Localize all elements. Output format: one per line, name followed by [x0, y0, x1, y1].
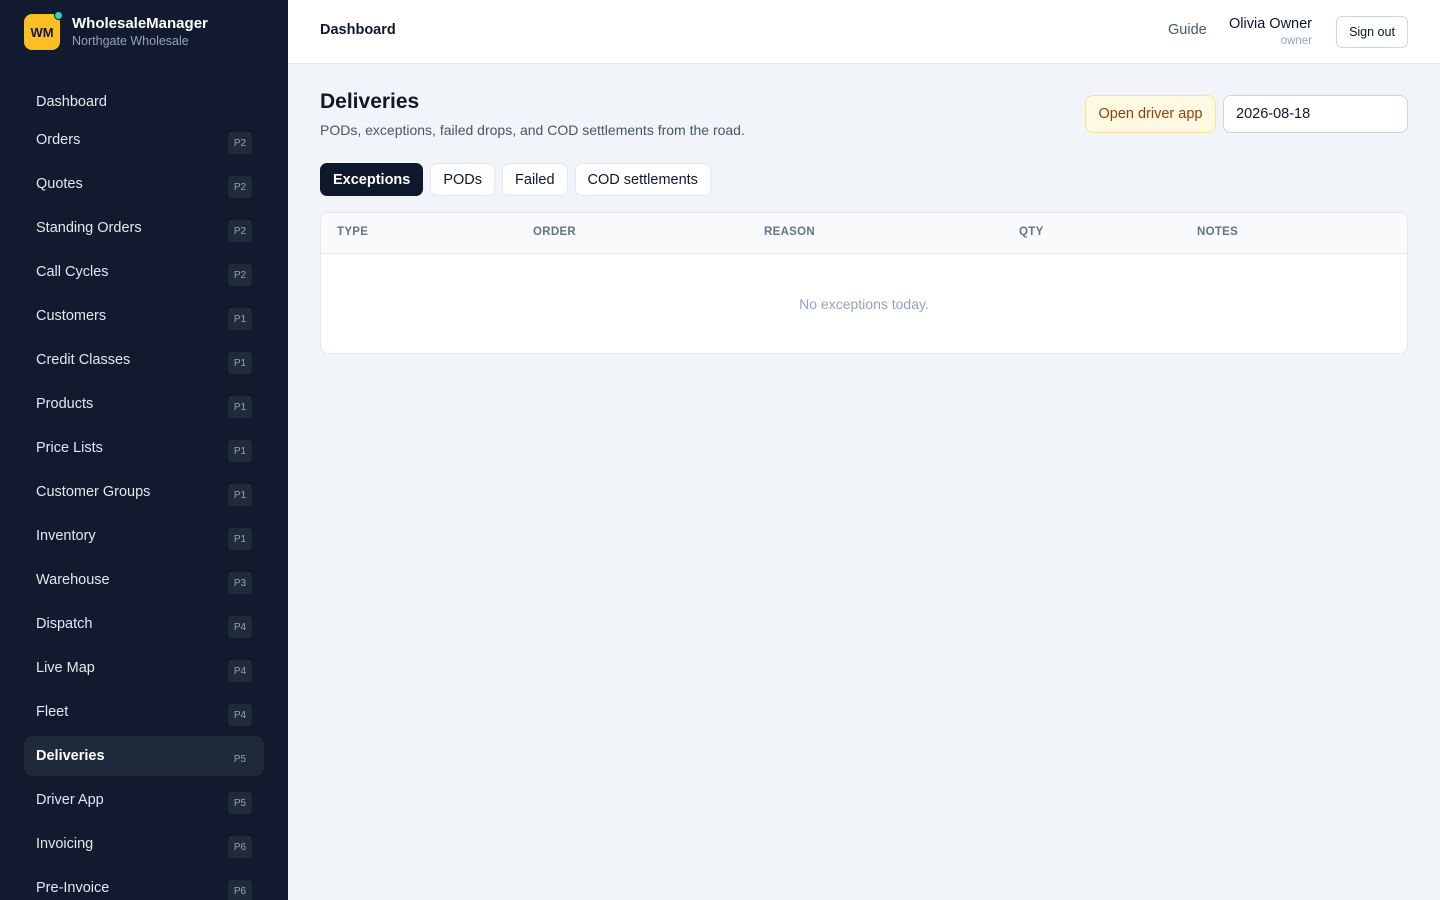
- topbar: Dashboard Guide Olivia Owner owner Sign …: [288, 0, 1440, 64]
- sidebar-item-label: Live Map: [36, 660, 95, 676]
- phase-badge: P2: [228, 132, 252, 154]
- column-header-order: ORDER: [533, 226, 577, 238]
- open-driver-app-button[interactable]: Open driver app: [1085, 95, 1216, 133]
- empty-state-message: No exceptions today.: [799, 296, 929, 312]
- sidebar-item-label: Quotes: [36, 176, 83, 192]
- phase-badge: P4: [228, 704, 252, 726]
- sidebar-item-price-lists[interactable]: Price Lists P1: [24, 428, 264, 468]
- sidebar-item-label: Call Cycles: [36, 264, 109, 280]
- sidebar-item-label: Warehouse: [36, 572, 110, 588]
- sidebar-item-inventory[interactable]: Inventory P1: [24, 516, 264, 556]
- column-header-notes: NOTES: [1197, 226, 1239, 238]
- sidebar-nav: Dashboard Orders P2 Quotes P2 Standing O…: [24, 84, 264, 900]
- sidebar-item-label: Fleet: [36, 704, 69, 720]
- sidebar-item-label: Standing Orders: [36, 220, 142, 236]
- phase-badge: P6: [228, 880, 252, 900]
- brand-name: WholesaleManager: [72, 15, 208, 32]
- tab-exceptions[interactable]: Exceptions: [320, 163, 424, 196]
- sidebar-item-customers[interactable]: Customers P1: [24, 296, 264, 336]
- phase-badge: P1: [228, 352, 252, 374]
- phase-badge: P1: [228, 308, 252, 330]
- tab-failed[interactable]: Failed: [502, 163, 568, 196]
- phase-badge: P1: [228, 528, 252, 550]
- phase-badge: P5: [233, 753, 247, 765]
- sidebar-item-label: Inventory: [36, 528, 96, 544]
- sidebar-item-invoicing[interactable]: Invoicing P6: [24, 824, 264, 864]
- sidebar-item-label: Customer Groups: [36, 484, 151, 500]
- topbar-title[interactable]: Dashboard: [320, 22, 396, 38]
- brand[interactable]: WM WholesaleManager Northgate Wholesale: [24, 11, 208, 50]
- sidebar-item-live-map[interactable]: Live Map P4: [24, 648, 264, 688]
- user-info: Olivia Owner owner: [1229, 15, 1312, 49]
- exceptions-table: TYPE ORDER REASON QTY NOTES No exception…: [320, 212, 1408, 354]
- sidebar-item-label: Products: [36, 396, 94, 412]
- logo-text: WM: [30, 24, 54, 40]
- sidebar-item-label: Dashboard: [36, 94, 107, 110]
- phase-badge: P4: [228, 616, 252, 638]
- user-name: Olivia Owner: [1229, 16, 1312, 32]
- sidebar-item-label: Credit Classes: [36, 352, 131, 368]
- date-input[interactable]: [1223, 95, 1408, 133]
- sidebar-item-label: Customers: [36, 308, 107, 324]
- sidebar-item-customer-groups[interactable]: Customer Groups P1: [24, 472, 264, 512]
- sidebar-item-dispatch[interactable]: Dispatch P4: [24, 604, 264, 644]
- phase-badge: P2: [228, 176, 252, 198]
- sidebar-item-label: Invoicing: [36, 836, 94, 852]
- phase-badge: P1: [228, 396, 252, 418]
- sidebar-item-credit-classes[interactable]: Credit Classes P1: [24, 340, 264, 380]
- sidebar-item-label: Orders: [36, 132, 81, 148]
- sidebar-item-label: Pre-Invoice: [36, 880, 110, 896]
- column-header-reason: REASON: [764, 226, 816, 238]
- phase-badge: P4: [228, 660, 252, 682]
- sign-out-button[interactable]: Sign out: [1336, 16, 1408, 48]
- sidebar-item-call-cycles[interactable]: Call Cycles P2: [24, 252, 264, 292]
- phase-badge: P6: [228, 836, 252, 858]
- column-header-qty: QTY: [1019, 226, 1044, 238]
- sidebar-item-label: Price Lists: [36, 440, 103, 456]
- sidebar-item-label: Deliveries: [36, 748, 105, 764]
- page-subtitle: PODs, exceptions, failed drops, and COD …: [320, 122, 745, 138]
- sidebar-item-label: Driver App: [36, 792, 104, 808]
- sidebar-item-fleet[interactable]: Fleet P4: [24, 692, 264, 732]
- sidebar-item-deliveries[interactable]: Deliveries P5: [24, 736, 264, 776]
- tab-cod-settlements[interactable]: COD settlements: [574, 163, 711, 196]
- brand-subtitle: Northgate Wholesale: [72, 34, 189, 48]
- sidebar-item-products[interactable]: Products P1: [24, 384, 264, 424]
- sidebar-item-driver-app[interactable]: Driver App P5: [24, 780, 264, 820]
- sidebar-item-orders[interactable]: Orders P2: [24, 120, 264, 160]
- sidebar-item-standing-orders[interactable]: Standing Orders P2: [24, 208, 264, 248]
- table-header: TYPE ORDER REASON QTY NOTES: [321, 213, 1407, 254]
- sidebar: WM WholesaleManager Northgate Wholesale …: [0, 0, 288, 900]
- sidebar-item-quotes[interactable]: Quotes P2: [24, 164, 264, 204]
- user-role: owner: [1280, 35, 1312, 47]
- phase-badge: P3: [228, 572, 252, 594]
- phase-badge: P1: [228, 484, 252, 506]
- column-header-type: TYPE: [337, 226, 369, 238]
- sidebar-item-label: Dispatch: [36, 616, 93, 632]
- sidebar-item-warehouse[interactable]: Warehouse P3: [24, 560, 264, 600]
- sidebar-item-pre-invoice[interactable]: Pre-Invoice P6: [24, 868, 264, 900]
- guide-link[interactable]: Guide: [1168, 22, 1207, 38]
- sidebar-item-dashboard[interactable]: Dashboard: [24, 84, 264, 120]
- brand-text: WholesaleManager Northgate Wholesale: [72, 14, 208, 50]
- status-dot-icon: [54, 11, 63, 20]
- phase-badge: P2: [228, 264, 252, 286]
- logo: WM: [24, 11, 63, 50]
- tab-bar: Exceptions PODs Failed COD settlements: [320, 163, 718, 196]
- page-title: Deliveries: [320, 90, 420, 113]
- phase-badge: P5: [228, 792, 252, 814]
- phase-badge: P1: [228, 440, 252, 462]
- phase-badge: P2: [228, 220, 252, 242]
- tab-pods[interactable]: PODs: [430, 163, 496, 196]
